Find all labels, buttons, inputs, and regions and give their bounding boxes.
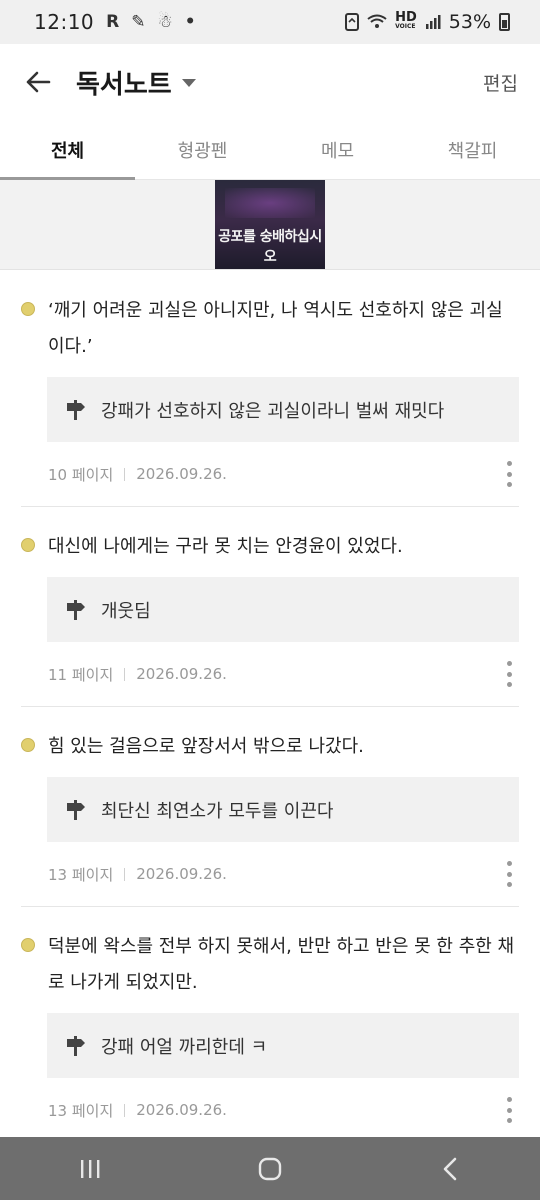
highlight-dot-icon [21, 538, 35, 552]
more-options-button[interactable] [503, 861, 515, 887]
note-quote: ‘깨기 어려운 괴실은 아니지만, 나 역시도 선호하지 않은 괴실이다.’ [48, 300, 503, 357]
more-vertical-icon [506, 861, 512, 866]
tab-highlighter[interactable]: 형광펜 [135, 120, 270, 179]
voice-label: VOICE [395, 23, 416, 30]
back-button[interactable] [0, 44, 76, 120]
battery-percent: 53% [448, 11, 491, 33]
page-number: 13 페이지 [48, 1101, 114, 1120]
status-time: 12:10 [34, 10, 95, 34]
status-left: 12:10 R ✎ ☃ • [34, 10, 196, 34]
highlight-dot-icon [21, 738, 35, 752]
hd-voice-indicator: HD VOICE [395, 10, 417, 31]
nav-back-button[interactable] [410, 1137, 490, 1200]
more-options-button[interactable] [503, 661, 515, 687]
book-header: 공포를 숭배하십시오 [0, 180, 540, 270]
meta-divider [124, 1103, 126, 1117]
highlight-dot-icon [21, 938, 35, 952]
meta-divider [124, 867, 126, 881]
memo-signpost-icon [65, 799, 87, 820]
tab-memo[interactable]: 메모 [270, 120, 405, 179]
recents-icon [81, 1159, 100, 1178]
note-meta: 13 페이지 2026.09.26. [48, 1078, 519, 1142]
note-quote: 덕분에 왁스를 전부 하지 못해서, 반만 하고 반은 못 한 추한 채로 나가… [48, 936, 515, 993]
more-vertical-icon [506, 682, 512, 687]
edit-button[interactable]: 편집 [483, 69, 518, 96]
status-bar: 12:10 R ✎ ☃ • HD VOICE 53% [0, 0, 540, 44]
app-bar: 독서노트 편집 [0, 44, 540, 120]
tab-all[interactable]: 전체 [0, 120, 135, 180]
more-vertical-icon [506, 1107, 512, 1113]
highlight-dot-icon [21, 302, 35, 316]
memo-box[interactable]: 강패 어얼 까리한데 ㅋ [47, 1013, 519, 1078]
home-icon [258, 1157, 282, 1180]
chevron-left-icon [443, 1157, 457, 1180]
page-number: 13 페이지 [48, 865, 114, 884]
memo-box[interactable]: 최단신 최연소가 모두를 이끈다 [47, 777, 519, 842]
battery-icon [499, 13, 510, 31]
meta-divider [124, 667, 126, 681]
note-item[interactable]: 대신에 나에게는 구라 못 치는 안경윤이 있었다. 개웃딤 11 페이지 20… [21, 507, 519, 707]
sim-icon [345, 13, 360, 31]
note-date: 2026.09.26. [136, 465, 227, 483]
note-meta: 10 페이지 2026.09.26. [48, 442, 519, 506]
memo-text: 최단신 최연소가 모두를 이끈다 [101, 800, 334, 822]
more-vertical-icon [506, 661, 512, 666]
more-vertical-icon [506, 871, 512, 877]
note-item[interactable]: ‘깨기 어려운 괴실은 아니지만, 나 역시도 선호하지 않은 괴실이다.’ 강… [21, 271, 519, 507]
more-vertical-icon [506, 882, 512, 887]
note-meta: 13 페이지 2026.09.26. [48, 842, 519, 906]
memo-signpost-icon [65, 399, 87, 420]
note-quote: 대신에 나에게는 구라 못 치는 안경윤이 있었다. [48, 536, 403, 557]
book-cover-image[interactable]: 공포를 숭배하십시오 [215, 180, 325, 269]
note-item[interactable]: 덕분에 왁스를 전부 하지 못해서, 반만 하고 반은 못 한 추한 채로 나가… [21, 907, 519, 1143]
memo-text: 강패 어얼 까리한데 ㅋ [101, 1036, 268, 1058]
tab-bar: 전체 형광펜 메모 책갈피 [0, 120, 540, 180]
more-options-button[interactable] [503, 1097, 515, 1123]
hd-label: HD [395, 10, 417, 25]
home-button[interactable] [230, 1137, 310, 1200]
system-nav-bar [0, 1137, 540, 1200]
note-meta: 11 페이지 2026.09.26. [48, 642, 519, 706]
note-item[interactable]: 힘 있는 걸음으로 앞장서서 밖으로 나갔다. 최단신 최연소가 모두를 이끈다… [21, 707, 519, 907]
arrow-left-icon [26, 71, 51, 93]
note-date: 2026.09.26. [136, 1101, 227, 1119]
more-vertical-icon [506, 471, 512, 477]
more-vertical-icon [506, 1097, 512, 1102]
memo-signpost-icon [65, 1035, 87, 1056]
caret-down-icon [181, 79, 196, 87]
note-list: ‘깨기 어려운 괴실은 아니지만, 나 역시도 선호하지 않은 괴실이다.’ 강… [0, 271, 540, 1143]
pen-notification-icon: ✎ [131, 12, 146, 32]
note-quote: 힘 있는 걸음으로 앞장서서 밖으로 나갔다. [48, 736, 364, 757]
page-number: 10 페이지 [48, 465, 114, 484]
title-dropdown[interactable]: 독서노트 [76, 64, 196, 101]
more-vertical-icon [506, 461, 512, 466]
notification-dot-icon: • [184, 12, 196, 32]
memo-box[interactable]: 강패가 선호하지 않은 괴실이라니 벌써 재밋다 [47, 377, 519, 442]
meta-divider [124, 467, 126, 481]
status-right: HD VOICE 53% [345, 11, 510, 33]
more-vertical-icon [506, 671, 512, 677]
signal-icon [425, 15, 441, 29]
memo-text: 강패가 선호하지 않은 괴실이라니 벌써 재밋다 [101, 400, 445, 422]
page-title: 독서노트 [76, 69, 172, 100]
snowman-notification-icon: ☃ [157, 12, 173, 32]
memo-text: 개웃딤 [101, 600, 151, 622]
more-options-button[interactable] [503, 461, 515, 487]
more-vertical-icon [506, 482, 512, 487]
cover-glow [225, 188, 315, 218]
note-date: 2026.09.26. [136, 665, 227, 683]
memo-signpost-icon [65, 599, 87, 620]
more-vertical-icon [506, 1118, 512, 1123]
page-number: 11 페이지 [48, 665, 114, 684]
r-notification-icon: R [106, 12, 120, 32]
book-cover-title: 공포를 숭배하십시오 [218, 229, 322, 265]
memo-box[interactable]: 개웃딤 [47, 577, 519, 642]
recents-button[interactable] [50, 1137, 130, 1200]
tab-bookmark[interactable]: 책갈피 [405, 120, 540, 179]
wifi-icon [367, 14, 387, 28]
note-date: 2026.09.26. [136, 865, 227, 883]
